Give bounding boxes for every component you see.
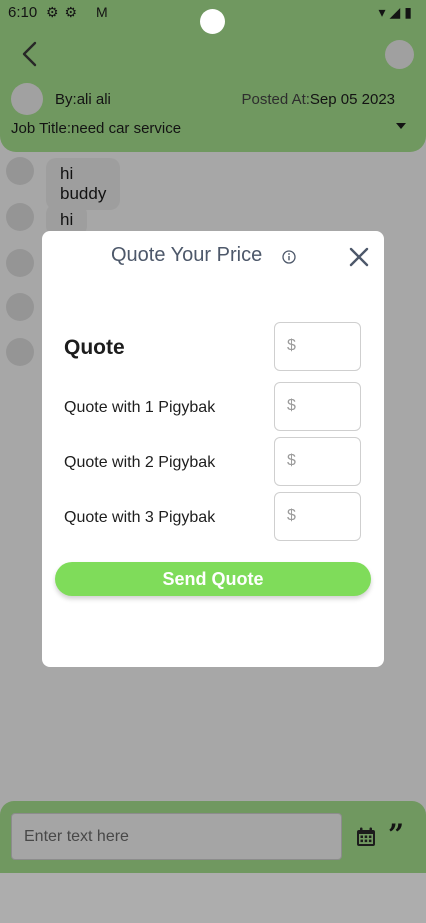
quote-pigybak-1-input[interactable]: $ (274, 382, 361, 431)
quote-input[interactable]: $ (274, 322, 361, 371)
close-icon[interactable] (348, 246, 370, 268)
quote-label: Quote (64, 336, 125, 359)
currency-symbol: $ (287, 452, 296, 469)
currency-symbol: $ (287, 397, 296, 414)
camera-cutout (200, 9, 225, 34)
currency-symbol: $ (287, 507, 296, 524)
quote-pigybak-3-label: Quote with 3 Pigybak (64, 509, 216, 526)
quote-pigybak-3-field[interactable] (299, 493, 359, 540)
quote-pigybak-2-input[interactable]: $ (274, 437, 361, 486)
dialog-title: Quote Your Price (111, 244, 263, 266)
currency-symbol: $ (287, 337, 296, 354)
quote-pigybak-1-label: Quote with 1 Pigybak (64, 399, 216, 416)
quote-dialog: Quote Your Price Quote $ Quote with 1 Pi… (42, 231, 384, 667)
quote-pigybak-2-field[interactable] (299, 438, 359, 485)
quote-pigybak-1-field[interactable] (299, 383, 359, 430)
send-quote-button[interactable]: Send Quote (55, 562, 371, 596)
quote-amount-field[interactable] (299, 323, 359, 370)
quote-pigybak-3-input[interactable]: $ (274, 492, 361, 541)
info-icon[interactable] (282, 250, 296, 264)
quote-pigybak-2-label: Quote with 2 Pigybak (64, 454, 216, 471)
